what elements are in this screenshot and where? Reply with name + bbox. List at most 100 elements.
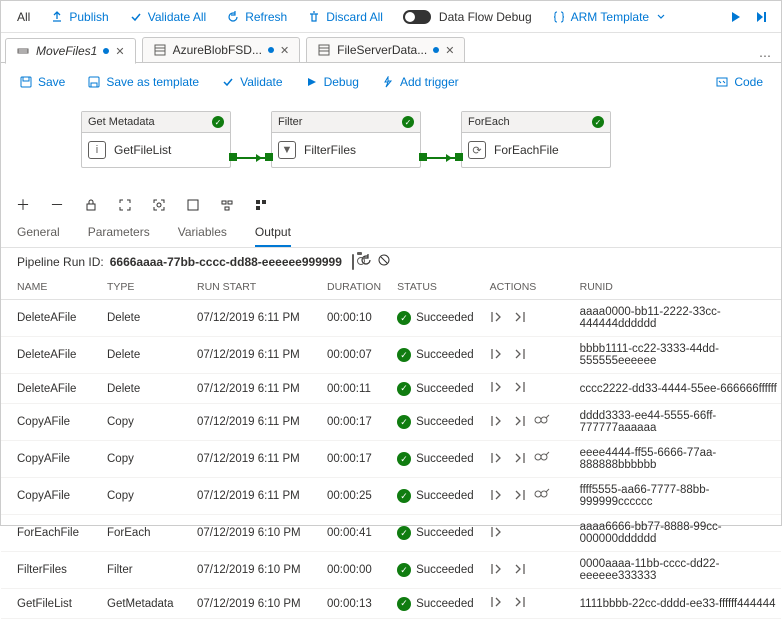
tab-fileserverdata...[interactable]: FileServerData...✕ [306, 37, 465, 63]
remove-activity-button[interactable]: － [49, 197, 65, 213]
output-icon[interactable] [512, 380, 526, 397]
subtab-parameters[interactable]: Parameters [88, 225, 150, 247]
input-icon[interactable] [490, 380, 504, 397]
close-tab-icon[interactable]: ✕ [280, 44, 289, 57]
more-tabs-button[interactable]: ⋯ [759, 49, 773, 63]
output-icon[interactable] [512, 310, 526, 327]
validate-button[interactable]: Validate [213, 71, 290, 93]
restart-button[interactable] [751, 6, 773, 28]
activity-getfilelist[interactable]: Get Metadata✓iGetFileList [81, 111, 231, 168]
input-icon[interactable] [490, 562, 504, 579]
pipeline-run-id-value: 6666aaaa-77bb-cccc-dd88-eeeeee999999 [110, 255, 342, 269]
save-icon [19, 75, 33, 89]
success-icon: ✓ [402, 116, 414, 128]
cell-duration: 00:00:07 [311, 337, 381, 374]
run-button[interactable] [725, 6, 747, 28]
cell-name: CopyAFile [1, 441, 91, 478]
canvas-toolbar: ＋ － [1, 191, 781, 219]
cell-type: Delete [91, 337, 181, 374]
success-icon: ✓ [397, 348, 411, 362]
discard-all-label: Discard All [326, 10, 383, 24]
table-row[interactable]: DeleteAFileDelete07/12/2019 6:11 PM00:00… [1, 337, 781, 374]
publish-button[interactable]: Publish [42, 6, 116, 28]
activity-filterfiles[interactable]: Filter✓▼FilterFiles [271, 111, 421, 168]
pipeline-canvas[interactable]: Get Metadata✓iGetFileList Filter✓▼FilterF… [1, 101, 781, 191]
output-icon[interactable] [512, 414, 526, 431]
column-duration[interactable]: DURATION [311, 275, 381, 300]
input-icon[interactable] [490, 488, 504, 505]
check-icon [221, 75, 235, 89]
output-icon[interactable] [512, 562, 526, 579]
column-runid[interactable]: RUNID [564, 275, 781, 300]
glasses-icon[interactable] [534, 488, 550, 505]
debug-button[interactable]: Debug [297, 71, 367, 93]
cancel-run-icon[interactable] [378, 254, 390, 269]
output-icon[interactable] [512, 451, 526, 468]
cell-name: CopyAFile [1, 404, 91, 441]
arm-template-button[interactable]: ARM Template [544, 6, 676, 28]
output-icon[interactable] [512, 347, 526, 364]
output-icon[interactable] [512, 488, 526, 505]
input-icon[interactable] [490, 525, 504, 542]
cell-runid: ffff5555-aa66-7777-88bb-999999cccccc [564, 478, 781, 515]
code-button[interactable]: Code [707, 71, 771, 93]
add-trigger-button[interactable]: Add trigger [373, 71, 467, 93]
fit-icon[interactable] [117, 197, 133, 213]
bottom-panel-tabs: General Parameters Variables Output [1, 219, 781, 248]
subtab-general[interactable]: General [17, 225, 60, 247]
close-tab-icon[interactable]: ✕ [445, 44, 454, 57]
glasses-icon[interactable] [534, 451, 550, 468]
tab-label: AzureBlobFSD... [173, 43, 262, 57]
output-icon[interactable] [512, 595, 526, 612]
discard-all-button[interactable]: Discard All [299, 6, 391, 28]
column-actions[interactable]: ACTIONS [474, 275, 564, 300]
table-row[interactable]: GetFileListGetMetadata07/12/2019 6:10 PM… [1, 589, 781, 619]
validate-all-button[interactable]: Validate All [121, 6, 214, 28]
column-type[interactable]: TYPE [91, 275, 181, 300]
input-icon[interactable] [490, 310, 504, 327]
table-row[interactable]: DeleteAFileDelete07/12/2019 6:11 PM00:00… [1, 300, 781, 337]
cell-duration: 00:00:11 [311, 374, 381, 404]
input-icon[interactable] [490, 414, 504, 431]
align-icon[interactable] [219, 197, 235, 213]
table-row[interactable]: CopyAFileCopy07/12/2019 6:11 PM00:00:25✓… [1, 478, 781, 515]
cell-duration: 00:00:17 [311, 441, 381, 478]
table-row[interactable]: CopyAFileCopy07/12/2019 6:11 PM00:00:17✓… [1, 441, 781, 478]
tab-movefiles1[interactable]: MoveFiles1✕ [5, 38, 136, 64]
subtab-variables[interactable]: Variables [178, 225, 227, 247]
cell-actions [474, 337, 564, 374]
cell-start: 07/12/2019 6:11 PM [181, 300, 311, 337]
save-button[interactable]: Save [11, 71, 73, 93]
table-row[interactable]: FilterFilesFilter07/12/2019 6:10 PM00:00… [1, 552, 781, 589]
cell-status: ✓Succeeded [381, 515, 474, 552]
input-icon[interactable] [490, 595, 504, 612]
lock-icon[interactable] [83, 197, 99, 213]
table-row[interactable]: CopyAFileCopy07/12/2019 6:11 PM00:00:17✓… [1, 404, 781, 441]
column-name[interactable]: NAME [1, 275, 91, 300]
cell-status: ✓Succeeded [381, 337, 474, 374]
cell-type: Delete [91, 374, 181, 404]
input-icon[interactable] [490, 347, 504, 364]
table-row[interactable]: DeleteAFileDelete07/12/2019 6:11 PM00:00… [1, 374, 781, 404]
table-row[interactable]: ForEachFileForEach07/12/2019 6:10 PM00:0… [1, 515, 781, 552]
activity-foreachfile[interactable]: ForEach✓⟳ForEachFile [461, 111, 611, 168]
refresh-button[interactable]: Refresh [218, 6, 295, 28]
cell-name: DeleteAFile [1, 300, 91, 337]
column-run start[interactable]: RUN START [181, 275, 311, 300]
zoom-fit-icon[interactable] [151, 197, 167, 213]
all-button[interactable]: All [9, 6, 38, 28]
column-status[interactable]: STATUS [381, 275, 474, 300]
layout-icon[interactable] [253, 197, 269, 213]
cell-status: ✓Succeeded [381, 374, 474, 404]
subtab-output[interactable]: Output [255, 225, 291, 247]
glasses-icon[interactable] [534, 414, 550, 431]
add-activity-button[interactable]: ＋ [15, 197, 31, 213]
success-icon: ✓ [397, 452, 411, 466]
data-flow-debug-toggle[interactable]: Data Flow Debug [395, 6, 540, 28]
input-icon[interactable] [490, 451, 504, 468]
tab-azureblobfsd...[interactable]: AzureBlobFSD... ✕ [142, 37, 301, 63]
save-as-template-button[interactable]: Save as template [79, 71, 207, 93]
reset-zoom-icon[interactable] [185, 197, 201, 213]
screenshot-icon[interactable] [352, 255, 354, 269]
close-tab-icon[interactable]: ✕ [115, 45, 124, 58]
